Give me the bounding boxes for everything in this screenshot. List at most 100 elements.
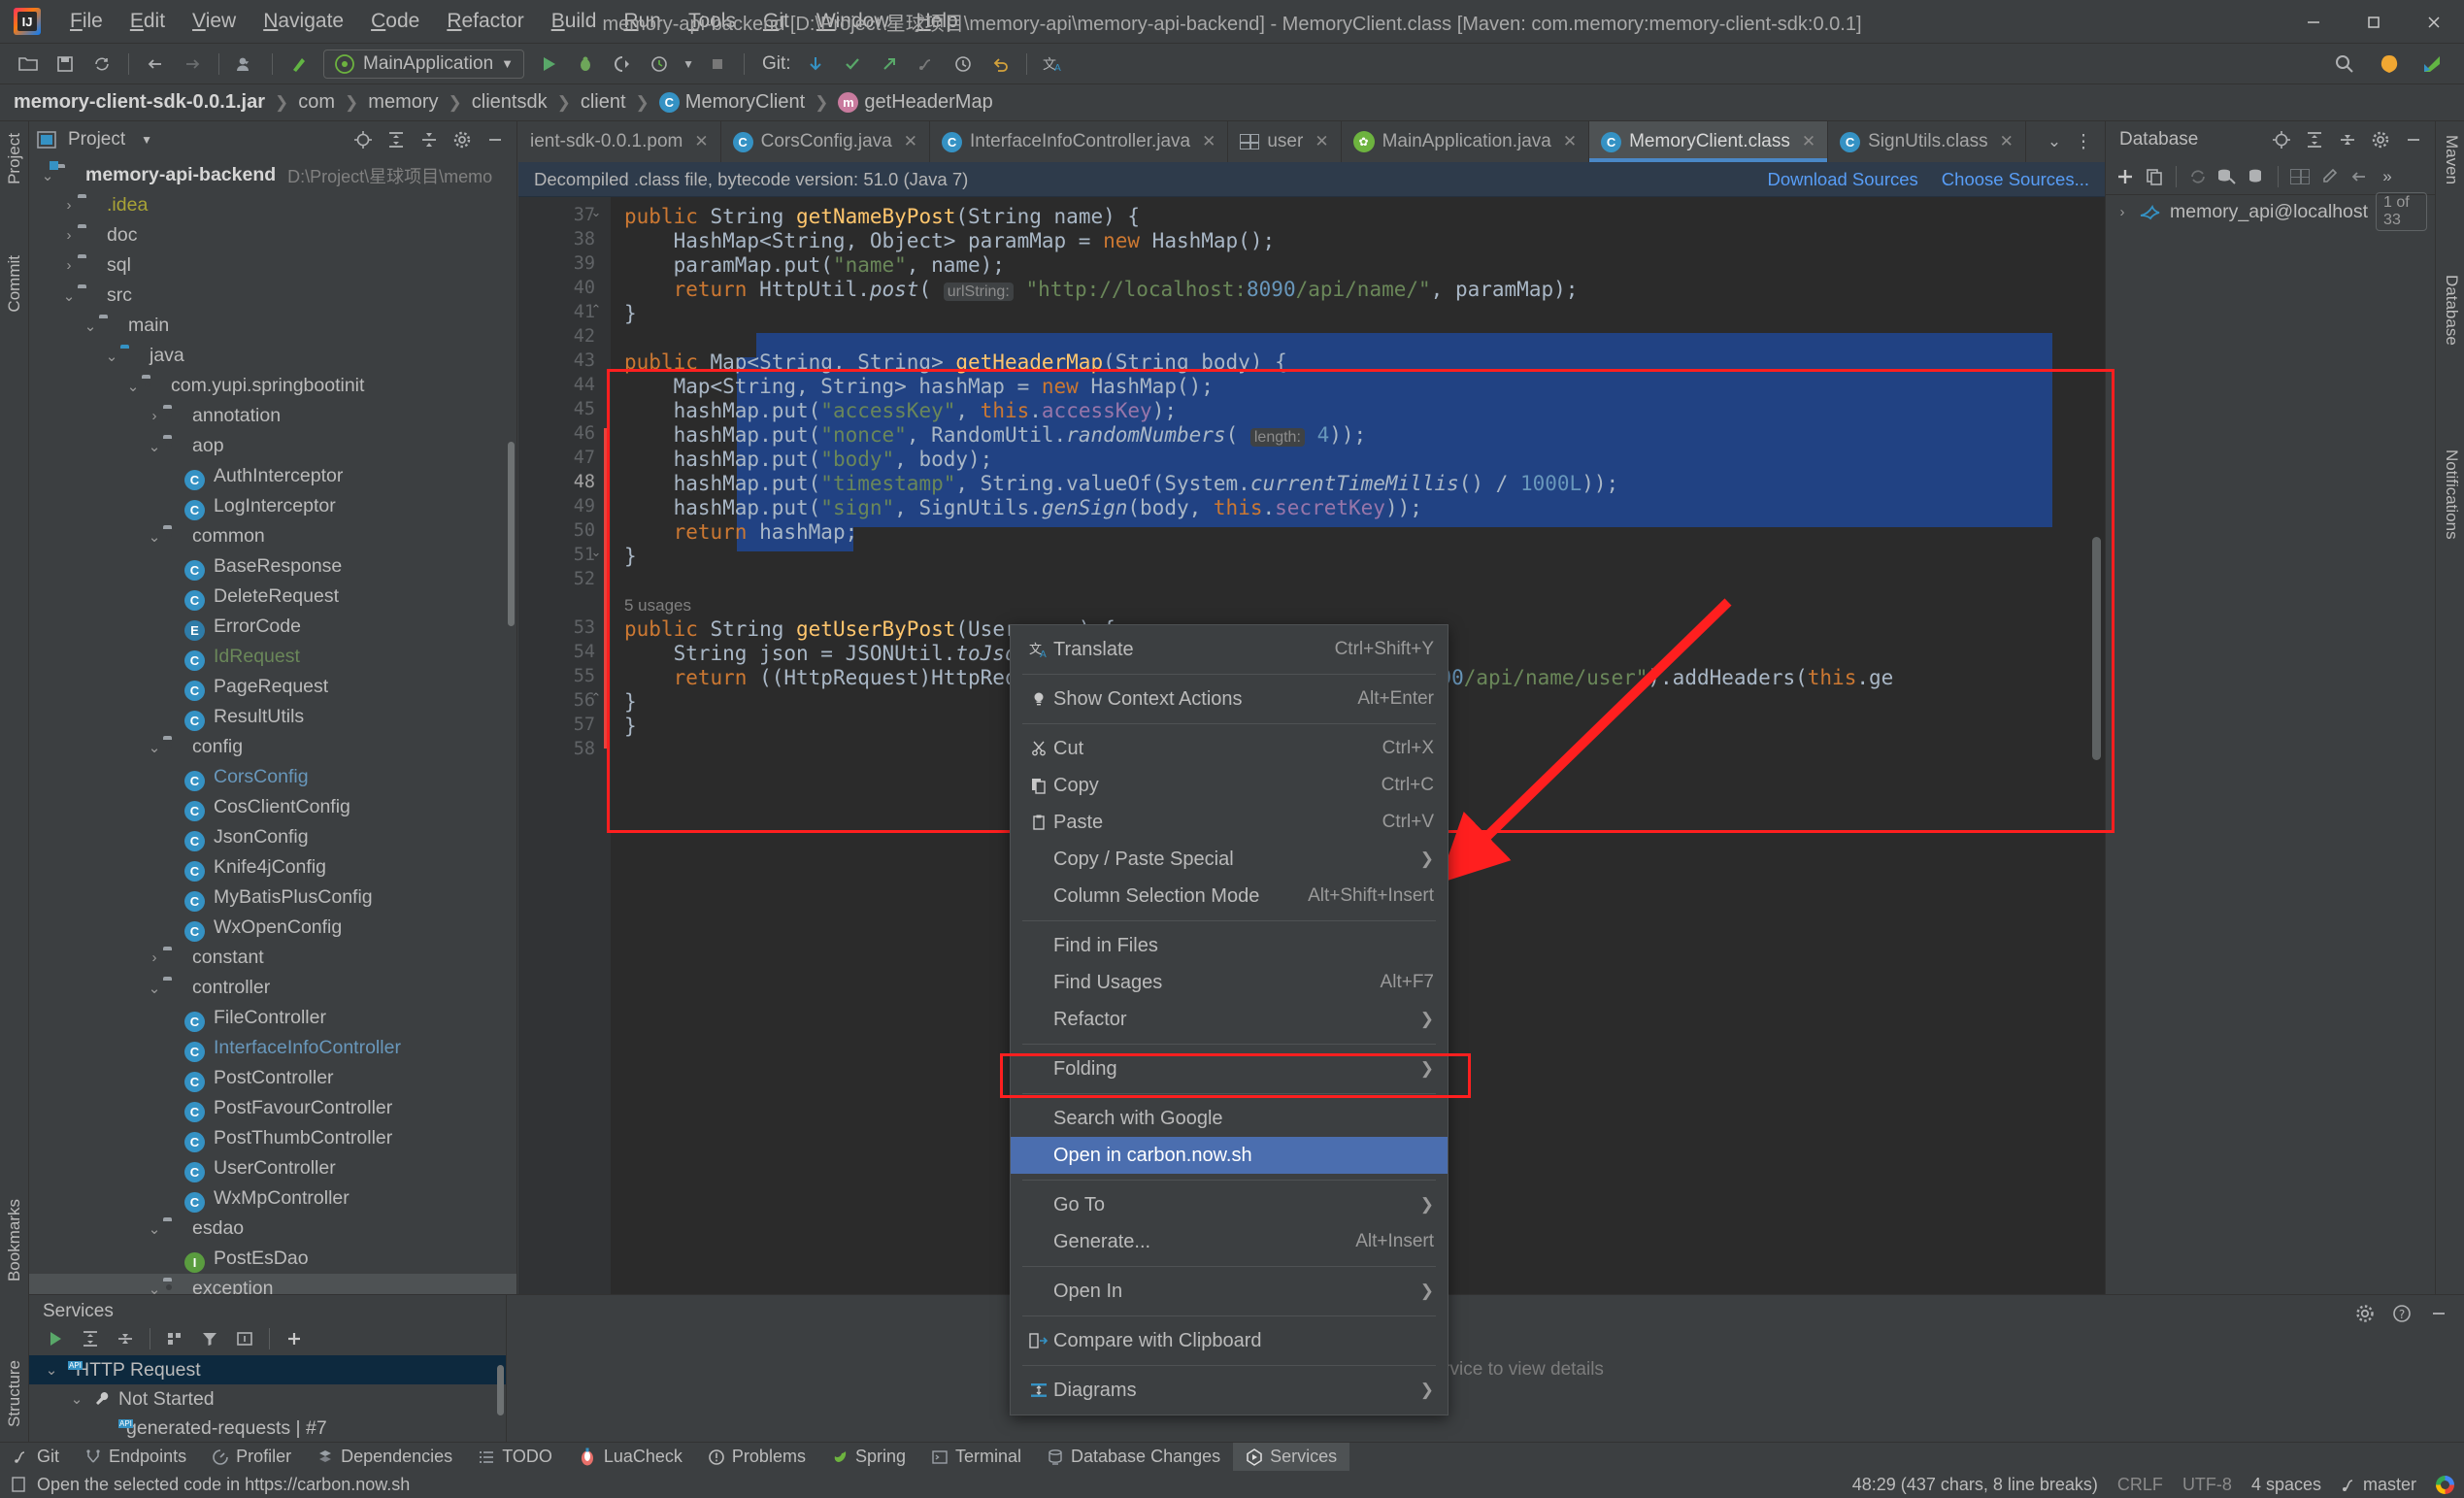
breadcrumb-item-com[interactable]: com bbox=[298, 91, 335, 114]
usages-hint[interactable]: 5 usages bbox=[624, 593, 691, 617]
tab-close-icon[interactable]: ✕ bbox=[1202, 132, 1215, 151]
menu-item-git[interactable]: Git bbox=[749, 6, 803, 36]
editor-tab-ient-sdk-0-0-1-pom[interactable]: ient-sdk-0.0.1.pom ✕ bbox=[518, 121, 721, 162]
tree-node-postcontroller[interactable]: C PostController bbox=[29, 1063, 516, 1093]
editor-tab-signutils-class[interactable]: C SignUtils.class ✕ bbox=[1828, 121, 2026, 162]
debug-button[interactable] bbox=[569, 50, 602, 79]
chevron-down-icon[interactable]: ⌄ bbox=[82, 317, 99, 335]
profile-button[interactable] bbox=[643, 50, 676, 79]
tree-node-common[interactable]: ⌄ common bbox=[29, 521, 516, 551]
stop-button[interactable] bbox=[701, 50, 734, 79]
services-filter-icon[interactable] bbox=[195, 1326, 224, 1351]
tree-node-postthumbcontroller[interactable]: C PostThumbController bbox=[29, 1123, 516, 1153]
chevron-right-icon[interactable]: › bbox=[2114, 204, 2131, 220]
open-project-icon[interactable] bbox=[12, 50, 45, 79]
history-icon[interactable] bbox=[947, 50, 980, 79]
code-fold-icon[interactable]: ⌄ bbox=[588, 545, 604, 560]
tree-node-memory-api-backend[interactable]: ⌄ memory-api-backend D:\Project\星球项目\memo bbox=[29, 160, 516, 190]
editor-tab-user[interactable]: user ✕ bbox=[1228, 121, 1342, 162]
tree-node-authinterceptor[interactable]: C AuthInterceptor bbox=[29, 461, 516, 491]
run-configuration-selector[interactable]: MainApplication ▼ bbox=[323, 49, 525, 79]
tab-close-icon[interactable]: ✕ bbox=[1802, 132, 1815, 151]
git-update-icon[interactable] bbox=[799, 50, 832, 79]
tab-close-icon[interactable]: ✕ bbox=[2000, 132, 2014, 151]
editor-tab-memoryclient-class[interactable]: C MemoryClient.class ✕ bbox=[1589, 121, 1829, 162]
menu-item-code[interactable]: Code bbox=[357, 6, 433, 36]
run-with-coverage-button[interactable] bbox=[606, 50, 639, 79]
tab-close-icon[interactable]: ✕ bbox=[1563, 132, 1577, 151]
db-gear-icon[interactable] bbox=[2367, 127, 2394, 152]
forward-icon[interactable] bbox=[176, 50, 209, 79]
context-menu-item-go-to[interactable]: Go To ❯ bbox=[1011, 1186, 1448, 1223]
rail-item-database[interactable]: Database bbox=[2439, 267, 2464, 353]
rail-item-bookmarks[interactable]: Bookmarks bbox=[2, 1191, 27, 1289]
chevron-down-icon[interactable]: ⌄ bbox=[124, 378, 142, 395]
tool-window-git[interactable]: Git bbox=[0, 1443, 72, 1472]
chevron-down-icon[interactable]: ⌄ bbox=[146, 528, 163, 546]
context-menu-item-cut[interactable]: Cut Ctrl+X bbox=[1011, 730, 1448, 767]
tree-node-knife4jconfig[interactable]: C Knife4jConfig bbox=[29, 852, 516, 882]
code-fold-icon[interactable]: ⌄ bbox=[588, 205, 604, 220]
tree-node-deleterequest[interactable]: C DeleteRequest bbox=[29, 582, 516, 612]
project-tree-scrollbar[interactable] bbox=[508, 442, 515, 626]
chevron-down-icon[interactable]: ⌄ bbox=[60, 287, 78, 305]
chevron-right-icon[interactable]: › bbox=[146, 949, 163, 966]
context-menu-item-find-in-files[interactable]: Find in Files bbox=[1011, 927, 1448, 964]
tree-node-constant[interactable]: › constant bbox=[29, 943, 516, 973]
editor-tab-interfaceinfocontroller-java[interactable]: C InterfaceInfoController.java ✕ bbox=[930, 121, 1229, 162]
chevron-down-icon[interactable]: ⌄ bbox=[103, 348, 120, 365]
ide-extra-icon[interactable] bbox=[2415, 50, 2448, 79]
ide-notification-icon[interactable] bbox=[2373, 50, 2406, 79]
caret-position[interactable]: 48:29 (437 chars, 8 line breaks) bbox=[1852, 1475, 2098, 1495]
context-menu-item-search-with-google[interactable]: Search with Google bbox=[1011, 1100, 1448, 1137]
context-menu-item-compare-with-clipboard[interactable]: Compare with Clipboard bbox=[1011, 1322, 1448, 1359]
build-hammer-icon[interactable] bbox=[283, 50, 316, 79]
context-menu-item-find-usages[interactable]: Find Usages Alt+F7 bbox=[1011, 964, 1448, 1001]
tree-node-resultutils[interactable]: C ResultUtils bbox=[29, 702, 516, 732]
tree-node-loginterceptor[interactable]: C LogInterceptor bbox=[29, 491, 516, 521]
db-scroll-from-source-icon[interactable] bbox=[2268, 127, 2295, 152]
tab-close-icon[interactable]: ✕ bbox=[1315, 132, 1328, 151]
tree-node-src[interactable]: ⌄ src bbox=[29, 281, 516, 311]
vcs-user-icon[interactable] bbox=[229, 50, 262, 79]
db-expand-all-icon[interactable] bbox=[2301, 127, 2328, 152]
editor-tab-mainapplication-java[interactable]: ✿ MainApplication.java ✕ bbox=[1341, 121, 1590, 162]
context-menu-item-column-selection-mode[interactable]: Column Selection Mode Alt+Shift+Insert bbox=[1011, 878, 1448, 915]
file-encoding[interactable]: UTF-8 bbox=[2182, 1475, 2232, 1495]
tree-node-postesdao[interactable]: I PostEsDao bbox=[29, 1244, 516, 1274]
context-menu-item-generate[interactable]: Generate... Alt+Insert bbox=[1011, 1223, 1448, 1260]
git-branch-icon[interactable] bbox=[910, 50, 943, 79]
chevron-down-icon[interactable]: ⌄ bbox=[146, 1220, 163, 1238]
rail-item-commit[interactable]: Commit bbox=[2, 248, 27, 320]
profile-dropdown-icon[interactable]: ▼ bbox=[680, 50, 697, 79]
db-edit-icon[interactable] bbox=[2315, 164, 2343, 189]
services-collapse-all-icon[interactable] bbox=[111, 1326, 140, 1351]
service-node-generated-requests----7[interactable]: generated-requests | #7 bbox=[29, 1414, 506, 1443]
tree-node-esdao[interactable]: ⌄ esdao bbox=[29, 1214, 516, 1244]
rail-item-maven[interactable]: Maven bbox=[2439, 127, 2464, 192]
tree-node-aop[interactable]: ⌄ aop bbox=[29, 431, 516, 461]
expand-all-icon[interactable] bbox=[383, 127, 410, 152]
tool-window-terminal[interactable]: Terminal bbox=[918, 1443, 1034, 1472]
db-schema-icon[interactable] bbox=[2243, 164, 2270, 189]
services-settings-gear-icon[interactable] bbox=[2351, 1301, 2379, 1326]
menu-item-view[interactable]: View bbox=[179, 6, 250, 36]
services-hide-icon[interactable] bbox=[2425, 1301, 2452, 1326]
line-separator[interactable]: CRLF bbox=[2117, 1475, 2163, 1495]
run-button[interactable] bbox=[532, 50, 565, 79]
tool-window-dependencies[interactable]: Dependencies bbox=[304, 1443, 465, 1472]
db-collapse-all-icon[interactable] bbox=[2334, 127, 2361, 152]
tree-node-filecontroller[interactable]: C FileController bbox=[29, 1003, 516, 1033]
database-datasource-row[interactable]: › memory_api@localhost 1 of 33 bbox=[2106, 192, 2435, 231]
tool-window-endpoints[interactable]: Endpoints bbox=[72, 1443, 199, 1472]
tool-window-luacheck[interactable]: LuaCheck bbox=[565, 1443, 695, 1472]
tab-more-options-icon[interactable]: ⋮ bbox=[2070, 129, 2097, 154]
tree-node-baseresponse[interactable]: C BaseResponse bbox=[29, 551, 516, 582]
tool-window-spring[interactable]: Spring bbox=[818, 1443, 918, 1472]
tree-node-wxopenconfig[interactable]: C WxOpenConfig bbox=[29, 913, 516, 943]
menu-item-file[interactable]: File bbox=[56, 6, 117, 36]
db-table-icon[interactable] bbox=[2286, 164, 2314, 189]
services-plus-icon[interactable] bbox=[280, 1326, 309, 1351]
tree-node-config[interactable]: ⌄ config bbox=[29, 732, 516, 762]
choose-sources-link[interactable]: Choose Sources... bbox=[1942, 169, 2089, 190]
